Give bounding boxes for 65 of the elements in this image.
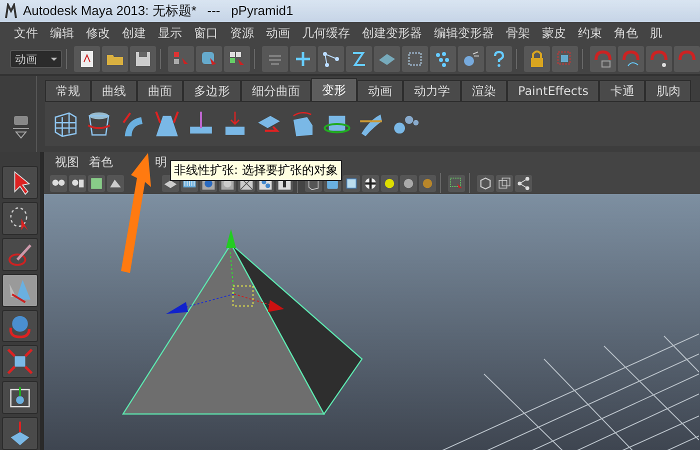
menu-item[interactable]: 创建: [116, 24, 152, 42]
menu-item[interactable]: 约束: [572, 24, 608, 42]
menu-item[interactable]: 窗口: [188, 24, 224, 42]
menu-item[interactable]: 蒙皮: [536, 24, 572, 42]
menu-item[interactable]: 肌: [644, 24, 668, 42]
shelf-tab[interactable]: PaintEffects: [507, 80, 600, 101]
select-box-icon[interactable]: [552, 46, 578, 72]
menu-set-dropdown[interactable]: 动画: [10, 50, 62, 68]
menu-item[interactable]: 动画: [260, 24, 296, 42]
paint-brush-icon[interactable]: [2, 238, 38, 271]
menu-item[interactable]: 角色: [608, 24, 644, 42]
shelf-tab[interactable]: 动力学: [403, 80, 461, 101]
plus-icon[interactable]: [290, 46, 316, 72]
window-title: Autodesk Maya 2013: 无标题* --- pPyramid1: [23, 2, 294, 20]
tooltip: 非线性扩张: 选择要扩张的对象: [170, 160, 342, 181]
menu-item[interactable]: 编辑: [44, 24, 80, 42]
shelf-tab[interactable]: 常规: [45, 80, 91, 101]
select-component-icon[interactable]: [224, 46, 250, 72]
shelf-tab[interactable]: 细分曲面: [241, 80, 311, 101]
shelf-tab[interactable]: 渲染: [461, 80, 507, 101]
menu-item[interactable]: 显示: [152, 24, 188, 42]
particles-icon[interactable]: [430, 46, 456, 72]
menu-item[interactable]: 创建变形器: [356, 24, 428, 42]
soft-modify-icon[interactable]: [2, 417, 38, 450]
menu-item[interactable]: 资源: [224, 24, 260, 42]
cube-outline-icon[interactable]: [477, 174, 494, 192]
padlock-icon[interactable]: [524, 46, 550, 72]
menu-item[interactable]: 几何缓存: [296, 24, 356, 42]
folder-icon[interactable]: [102, 46, 128, 72]
isolate-select-icon[interactable]: [448, 174, 465, 192]
menu-item[interactable]: 修改: [80, 24, 116, 42]
shelf-tab[interactable]: 曲面: [137, 80, 183, 101]
lasso-select-icon[interactable]: [2, 202, 38, 235]
surface-icon[interactable]: [374, 46, 400, 72]
camera-icon[interactable]: [50, 174, 67, 192]
checker-ball-icon[interactable]: [362, 174, 379, 192]
shelf-tab[interactable]: 卡通: [599, 80, 646, 101]
menu-item[interactable]: 编辑变形器: [428, 24, 500, 42]
panel-menu-item[interactable]: 视图: [50, 154, 84, 170]
vertex-curve-icon[interactable]: [318, 46, 344, 72]
camera-attributes-icon[interactable]: [69, 174, 86, 192]
move-cone-icon[interactable]: [2, 274, 38, 306]
menu-item[interactable]: 文件: [8, 24, 44, 42]
share-nodes-icon[interactable]: [515, 174, 532, 192]
panel-menu-item[interactable]: 着色: [84, 154, 118, 170]
shelf-tab[interactable]: 肌肉: [645, 80, 692, 101]
bookmark-icon[interactable]: [88, 174, 105, 192]
select-hierarchy-icon[interactable]: [168, 46, 194, 72]
image-plane-icon[interactable]: [107, 174, 124, 192]
panel-menu-item[interactable]: 明: [150, 154, 172, 170]
shelf-tab[interactable]: 曲线: [91, 80, 137, 101]
shelf-tab[interactable]: 动画: [357, 80, 403, 101]
new-file-icon[interactable]: [74, 46, 100, 72]
shelf-tab[interactable]: 多边形: [183, 80, 241, 101]
manipulator-box-icon[interactable]: [2, 381, 38, 414]
textured-cube-icon[interactable]: [343, 174, 360, 192]
menu-item[interactable]: 骨架: [500, 24, 536, 42]
app-logo-icon: [4, 3, 18, 19]
help-icon[interactable]: [486, 46, 512, 72]
overlap-squares-icon[interactable]: [496, 174, 513, 192]
shelf-tab[interactable]: 变形: [311, 78, 357, 101]
scale-cube-icon[interactable]: [2, 345, 38, 378]
select-object-icon[interactable]: [196, 46, 222, 72]
magnet-grid-icon[interactable]: [590, 46, 616, 72]
save-icon[interactable]: [130, 46, 156, 72]
